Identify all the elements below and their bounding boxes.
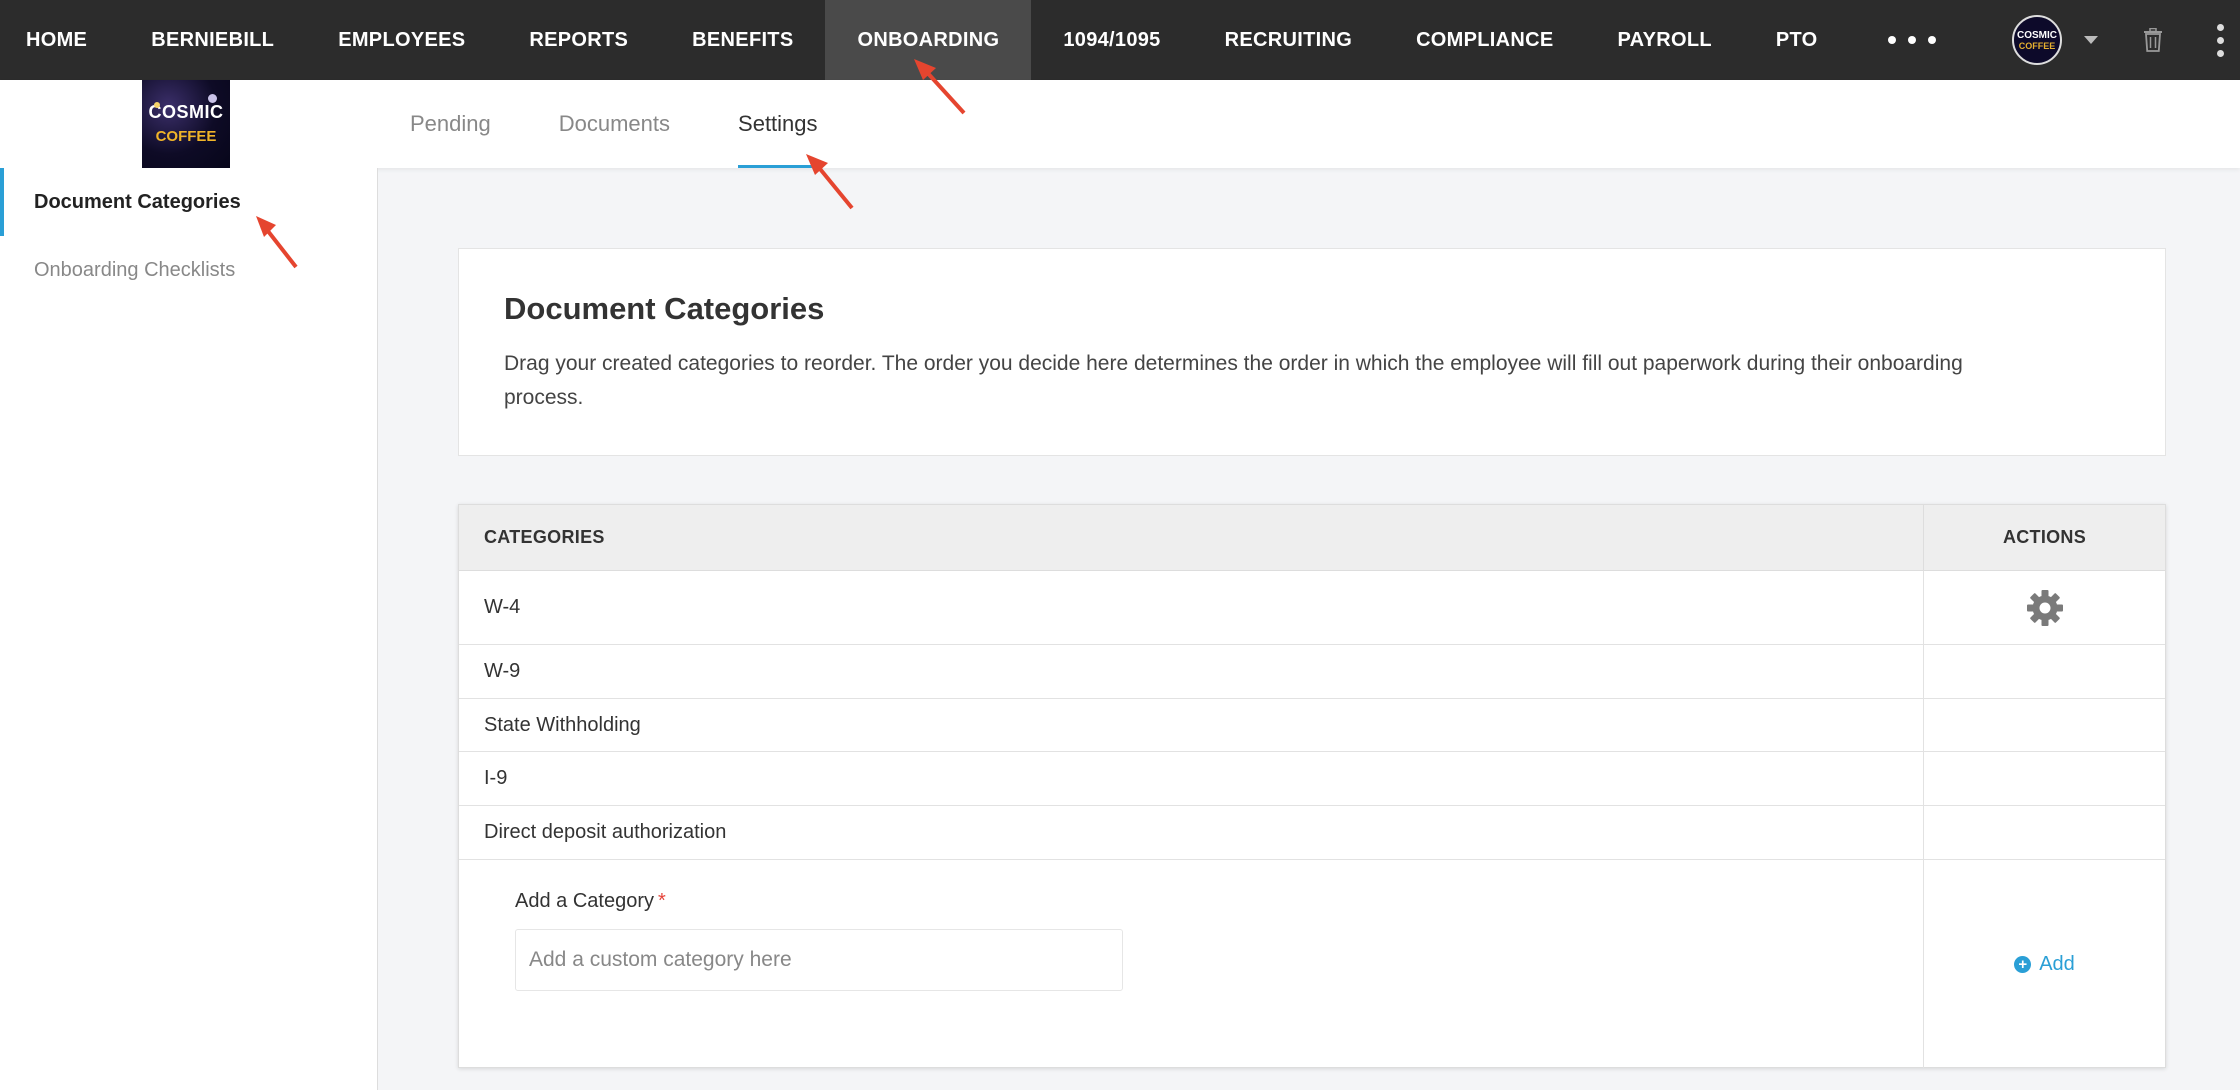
category-name[interactable]: State Withholding bbox=[459, 699, 1923, 751]
row-actions bbox=[1923, 645, 2165, 698]
row-actions bbox=[1923, 752, 2165, 805]
nav-onboarding[interactable]: ONBOARDING bbox=[825, 0, 1032, 80]
gear-icon[interactable] bbox=[2026, 589, 2064, 627]
categories-table: CATEGORIES ACTIONS W-4 W-9 State Withhol… bbox=[458, 504, 2166, 1068]
add-action-cell: + Add bbox=[1923, 860, 2165, 1068]
sidebar-item-document-categories[interactable]: Document Categories bbox=[0, 168, 377, 236]
company-logo: COSMIC COFFEE bbox=[142, 80, 230, 168]
nav-home[interactable]: HOME bbox=[0, 0, 119, 80]
intro-card: Document Categories Drag your created ca… bbox=[458, 248, 2166, 456]
nav-payroll[interactable]: PAYROLL bbox=[1586, 0, 1744, 80]
add-button-label: Add bbox=[2039, 952, 2075, 975]
settings-sidebar: Document Categories Onboarding Checklist… bbox=[0, 168, 378, 1090]
add-category-button[interactable]: + Add bbox=[2014, 953, 2075, 976]
add-category-label-text: Add a Category bbox=[515, 890, 654, 912]
table-header: CATEGORIES ACTIONS bbox=[459, 505, 2165, 571]
row-actions bbox=[1923, 806, 2165, 859]
table-row[interactable]: W-4 bbox=[459, 571, 2165, 645]
nav-employees[interactable]: EMPLOYEES bbox=[306, 0, 497, 80]
category-name[interactable]: W-9 bbox=[459, 645, 1923, 698]
nav-benefits[interactable]: BENEFITS bbox=[660, 0, 825, 80]
table-row[interactable]: I-9 bbox=[459, 752, 2165, 806]
category-name[interactable]: W-4 bbox=[459, 571, 1923, 644]
category-name[interactable]: Direct deposit authorization bbox=[459, 806, 1923, 859]
table-row[interactable]: State Withholding bbox=[459, 699, 2165, 752]
row-actions bbox=[1923, 699, 2165, 751]
add-category-form: Add a Category * bbox=[459, 860, 1923, 1068]
category-name[interactable]: I-9 bbox=[459, 752, 1923, 805]
column-header-categories: CATEGORIES bbox=[484, 527, 605, 547]
page-description: Drag your created categories to reorder.… bbox=[504, 352, 1963, 409]
row-actions bbox=[1923, 571, 2165, 644]
trash-icon[interactable] bbox=[2136, 23, 2170, 57]
avatar-line2: COFFEE bbox=[2018, 40, 2056, 51]
add-category-row: Add a Category* + Add bbox=[459, 860, 2165, 1068]
account-dropdown-caret-icon[interactable] bbox=[2084, 36, 2098, 44]
onboarding-tabs: Pending Documents Settings bbox=[410, 80, 886, 168]
sidebar-item-onboarding-checklists[interactable]: Onboarding Checklists bbox=[0, 236, 377, 304]
nav-1094-1095[interactable]: 1094/1095 bbox=[1031, 0, 1192, 80]
nav-user-area: COSMIC COFFEE bbox=[2012, 0, 2240, 80]
page-title: Document Categories bbox=[504, 291, 825, 326]
more-nav-ellipsis-icon[interactable] bbox=[1850, 0, 1974, 80]
nav-reports[interactable]: REPORTS bbox=[497, 0, 660, 80]
sub-header: COSMIC COFFEE Pending Documents Settings bbox=[0, 80, 2240, 168]
tab-settings[interactable]: Settings bbox=[738, 80, 818, 168]
plus-circle-icon: + bbox=[2014, 955, 2032, 973]
required-asterisk: * bbox=[657, 890, 666, 912]
avatar-line1: COSMIC bbox=[2017, 29, 2057, 41]
logo-line2: COFFEE bbox=[155, 128, 217, 145]
nav-compliance[interactable]: COMPLIANCE bbox=[1384, 0, 1585, 80]
table-row[interactable]: Direct deposit authorization bbox=[459, 806, 2165, 860]
tab-documents[interactable]: Documents bbox=[559, 80, 670, 168]
nav-recruiting[interactable]: RECRUITING bbox=[1193, 0, 1384, 80]
column-header-actions: ACTIONS bbox=[1923, 505, 2165, 570]
company-avatar[interactable]: COSMIC COFFEE bbox=[2012, 15, 2062, 65]
vertical-menu-icon[interactable] bbox=[2210, 20, 2230, 60]
add-category-label: Add a Category * bbox=[515, 890, 1923, 913]
nav-pto[interactable]: PTO bbox=[1744, 0, 1850, 80]
top-navigation: HOME BERNIEBILL EMPLOYEES REPORTS BENEFI… bbox=[0, 0, 2240, 80]
tab-pending[interactable]: Pending bbox=[410, 80, 491, 168]
table-row[interactable]: W-9 bbox=[459, 645, 2165, 699]
nav-berniebill[interactable]: BERNIEBILL bbox=[119, 0, 306, 80]
add-category-input[interactable] bbox=[515, 929, 1123, 991]
